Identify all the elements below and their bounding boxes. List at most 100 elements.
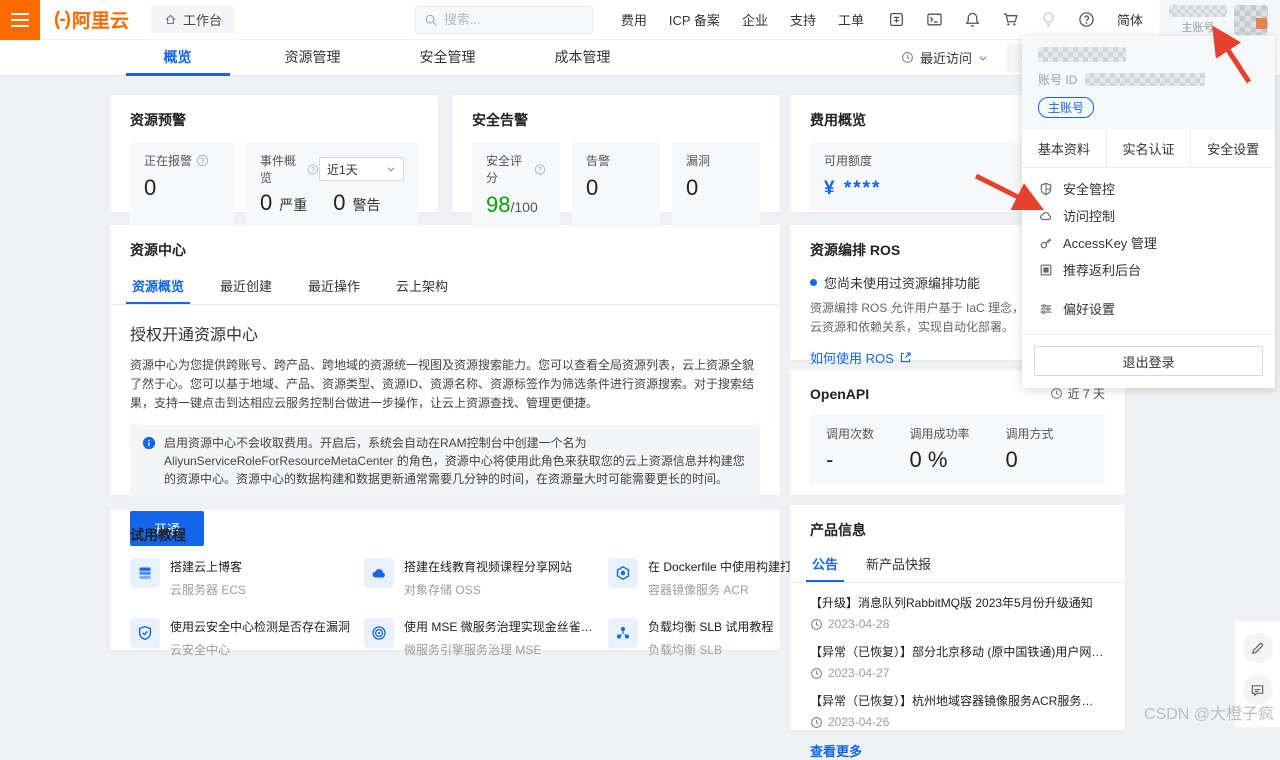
cart-icon[interactable] <box>1002 11 1019 28</box>
menu-item-preferences[interactable]: 偏好设置 <box>1022 295 1275 322</box>
clock-icon <box>810 618 823 631</box>
product-info-card: 产品信息 公告 新产品快报 【升级】消息队列RabbitMQ版 2023年5月份… <box>790 505 1125 730</box>
rc-tab-recent-ops[interactable]: 最近操作 <box>308 272 360 304</box>
pencil-icon <box>1250 641 1265 656</box>
warning-count: 0 <box>333 190 345 216</box>
tutorial-oss[interactable]: 搭建在线教育视频课程分享网站对象存储 OSS <box>364 558 594 598</box>
alarm-stat: 告警 0 <box>572 142 660 228</box>
rc-tab-recent-created[interactable]: 最近创建 <box>220 272 272 304</box>
watermark: CSDN @大橙子疯 <box>1144 700 1274 724</box>
help-circle-icon[interactable] <box>307 163 319 176</box>
account-id-label: 账号 ID <box>1038 71 1077 88</box>
tutorial-security-center[interactable]: 使用云安全中心检测是否存在漏洞云安全中心 <box>130 618 350 658</box>
help-circle-icon[interactable] <box>196 154 209 167</box>
alerting-value: 0 <box>144 175 220 201</box>
openapi-stats: 调用次数- 调用成功率0 % 调用方式0 <box>810 414 1105 484</box>
server-icon <box>130 558 160 588</box>
menu-item-accesskey[interactable]: AccessKey 管理 <box>1022 229 1275 256</box>
concentric-circles-icon <box>364 618 394 648</box>
global-search[interactable] <box>415 6 593 34</box>
ros-howto-link[interactable]: 如何使用 ROS <box>810 348 912 367</box>
info-icon <box>142 436 156 450</box>
pi-tab-new-products[interactable]: 新产品快报 <box>866 550 931 582</box>
nav-enterprise[interactable]: 企业 <box>742 10 768 29</box>
workbench-button[interactable]: 工作台 <box>151 6 235 34</box>
cluster-icon <box>608 618 638 648</box>
rc-tab-overview[interactable]: 资源概览 <box>132 272 184 304</box>
divider <box>1022 334 1275 335</box>
home-icon <box>164 13 177 26</box>
aliyun-logo-text: 阿里云 <box>72 6 129 33</box>
rc-tab-cloud-arch[interactable]: 云上架构 <box>396 272 448 304</box>
events-range-select[interactable]: 近1天 <box>319 157 404 181</box>
feedback-pencil-button[interactable] <box>1243 633 1273 663</box>
nav-icp[interactable]: ICP 备案 <box>669 10 720 29</box>
acct-tab-verify[interactable]: 实名认证 <box>1106 130 1191 167</box>
announcement-item[interactable]: 【异常（已恢复）】部分北京移动 (原中国铁通)用户网络访问存在丢包... 202… <box>810 643 1105 680</box>
aliyun-logo-mark: (-) <box>54 9 70 31</box>
security-score-stat: 安全评分 98/100 <box>472 142 560 228</box>
resource-center-tabs: 资源概览 最近创建 最近操作 云上架构 <box>110 272 780 305</box>
alerting-stat: 正在报警 0 <box>130 142 234 226</box>
container-icon <box>608 558 638 588</box>
method-value: 0 <box>1006 447 1089 473</box>
hamburger-menu-button[interactable] <box>0 0 40 40</box>
security-alert-title: 安全告警 <box>472 110 760 130</box>
resource-center-card: 资源中心 资源概览 最近创建 最近操作 云上架构 授权开通资源中心 资源中心为您… <box>110 225 780 495</box>
tab-overview[interactable]: 概览 <box>110 40 245 76</box>
bell-icon[interactable] <box>964 11 981 28</box>
tutorial-mse[interactable]: 使用 MSE 微服务治理实现金丝雀发布微服务引擎服务治理 MSE <box>364 618 594 658</box>
nav-support[interactable]: 支持 <box>790 10 816 29</box>
nav-billing[interactable]: 费用 <box>621 10 647 29</box>
tab-security-mgmt[interactable]: 安全管理 <box>380 40 515 76</box>
avatar[interactable] <box>1234 5 1268 35</box>
announcement-item[interactable]: 【升级】消息队列RabbitMQ版 2023年5月份升级通知 2023-04-2… <box>810 594 1105 631</box>
search-icon <box>424 13 438 27</box>
acct-tab-basic[interactable]: 基本资料 <box>1022 130 1106 167</box>
menu-item-referral[interactable]: 推荐返利后台 <box>1022 256 1275 283</box>
account-dropdown-list: 安全管控 访问控制 AccessKey 管理 推荐返利后台 偏好设置 <box>1022 168 1275 328</box>
recent-visit-dropdown[interactable]: 最近访问 <box>901 48 988 67</box>
account-menu-trigger[interactable]: 主账号 <box>1159 0 1280 40</box>
locale-switcher[interactable]: 简体 <box>1117 10 1143 29</box>
calls-value: - <box>826 447 909 473</box>
help-circle-icon[interactable] <box>534 163 546 176</box>
lightbulb-icon[interactable] <box>1040 11 1057 28</box>
openapi-card: OpenAPI 近 7 天 调用次数- 调用成功率0 % 调用方式0 <box>790 370 1125 495</box>
clock-icon <box>1050 387 1063 400</box>
menu-item-ram[interactable]: 访问控制 <box>1022 202 1275 229</box>
pi-tab-announcements[interactable]: 公告 <box>812 550 838 582</box>
main-account-badge: 主账号 <box>1038 97 1094 118</box>
resource-center-title: 资源中心 <box>130 240 760 260</box>
vuln-stat: 漏洞 0 <box>672 142 760 228</box>
nav-ticket[interactable]: 工单 <box>838 10 864 29</box>
clock-icon <box>810 667 823 680</box>
menu-item-security-control[interactable]: 安全管控 <box>1022 175 1275 202</box>
terminal-icon[interactable] <box>926 11 943 28</box>
resource-alert-title: 资源预警 <box>130 110 418 130</box>
shield-icon <box>1039 182 1053 196</box>
logout-button[interactable]: 退出登录 <box>1034 346 1263 376</box>
security-alert-card: 安全告警 安全评分 98/100 告警 0 漏洞 0 <box>452 95 780 212</box>
acct-tab-security[interactable]: 安全设置 <box>1190 130 1275 167</box>
tab-resource-mgmt[interactable]: 资源管理 <box>245 40 380 76</box>
shield-check-icon <box>130 618 160 648</box>
tutorial-ecs[interactable]: 搭建云上博客云服务器 ECS <box>130 558 350 598</box>
account-dropdown: 账号 ID 主账号 基本资料 实名认证 安全设置 安全管控 访问控制 Acces… <box>1022 36 1275 388</box>
account-dropdown-tabs: 基本资料 实名认证 安全设置 <box>1022 130 1275 168</box>
tab-cost-mgmt[interactable]: 成本管理 <box>515 40 650 76</box>
resource-center-notice: 启用资源中心不会收取费用。开启后，系统会自动在RAM控制台中创建一个名为 Ali… <box>130 425 760 497</box>
tutorials-card: 试用教程 搭建云上博客云服务器 ECS 搭建在线教育视频课程分享网站对象存储 O… <box>110 510 780 650</box>
search-input[interactable] <box>444 12 564 27</box>
chevron-down-icon <box>978 53 988 63</box>
resource-alert-card: 资源预警 正在报警 0 事件概览 <box>110 95 438 212</box>
help-icon[interactable] <box>1078 11 1095 28</box>
product-info-title: 产品信息 <box>810 520 1105 540</box>
vuln-count: 0 <box>686 175 746 201</box>
success-value: 0 % <box>909 447 1005 473</box>
view-more-link[interactable]: 查看更多 <box>810 741 1105 760</box>
account-dropdown-header: 账号 ID 主账号 <box>1022 36 1275 130</box>
announcement-item[interactable]: 【异常（已恢复）】杭州地域容器镜像服务ACR服务异常 2023-04-26 <box>810 692 1105 729</box>
expenses-icon[interactable] <box>888 11 905 28</box>
aliyun-logo[interactable]: (-) 阿里云 <box>54 6 129 33</box>
